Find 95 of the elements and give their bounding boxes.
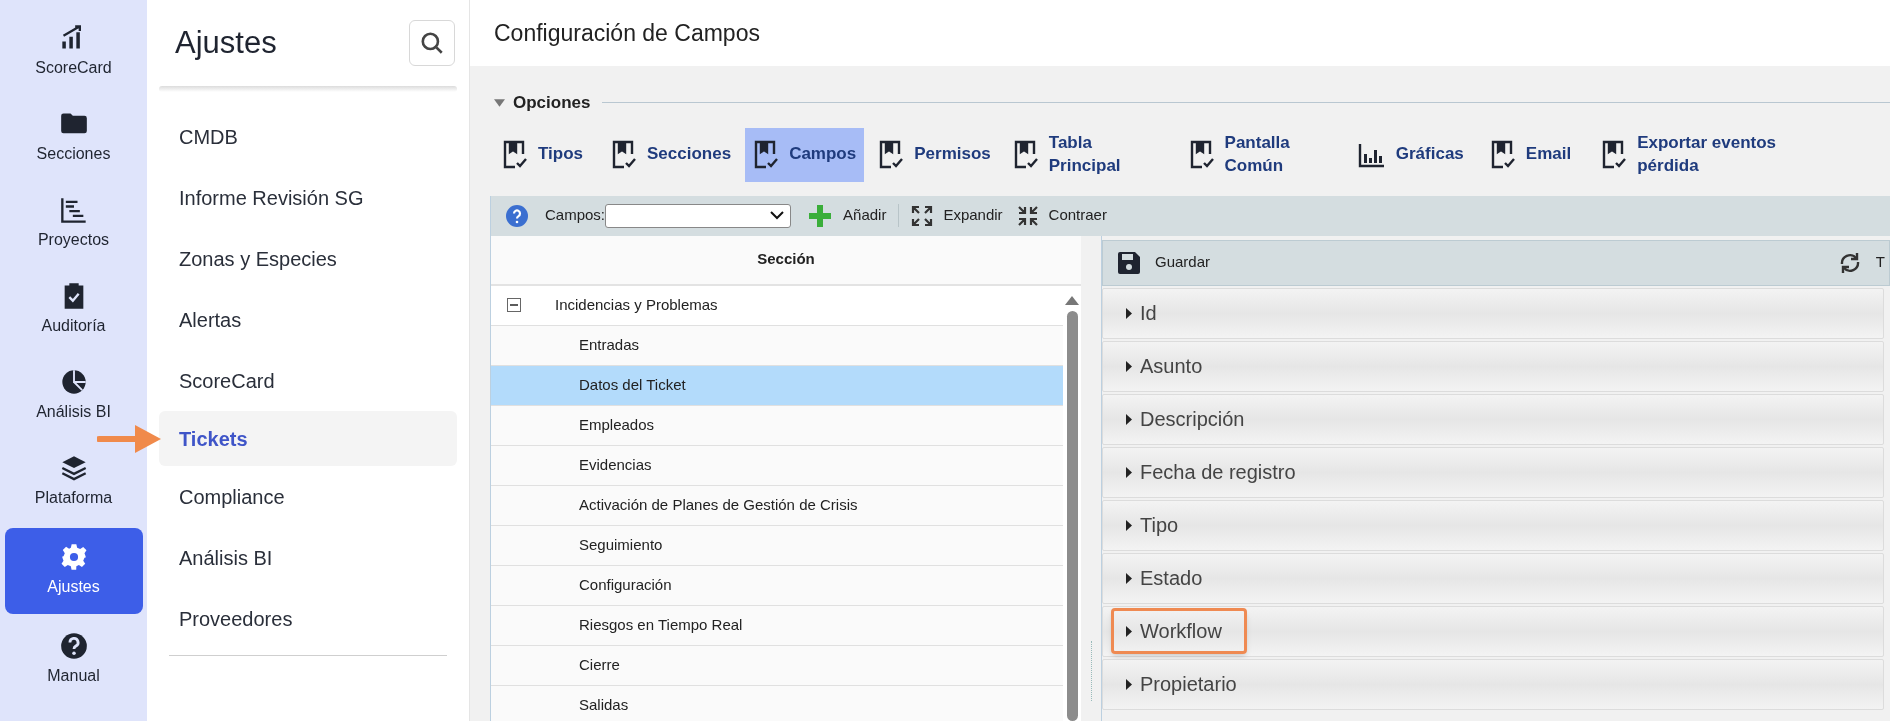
option-button[interactable]: Secciones [603,127,740,182]
tree-row[interactable]: Entradas [491,325,1063,366]
caret-right-icon [1126,413,1132,425]
settings-item[interactable]: Tickets [159,411,457,466]
caret-right-icon [1126,307,1132,319]
bookmark-check-icon [502,139,528,170]
search-icon [419,30,445,56]
field-label: Workflow [1111,608,1247,654]
caret-right-icon [1126,466,1132,478]
nav-item[interactable]: Ajustes [4,528,143,614]
caret-right-icon [1126,519,1132,531]
option-button[interactable]: Permisos [870,127,999,182]
field-row[interactable]: Workflow [1102,605,1884,657]
tree-row[interactable]: Evidencias [491,445,1063,486]
field-label: Estado [1111,555,1228,601]
nav-item[interactable]: Proyectos [4,184,143,264]
pie-chart-icon [59,368,88,396]
field-row[interactable]: Id [1102,287,1884,339]
option-button[interactable]: Exportar eventos pérdida [1593,127,1785,182]
option-button[interactable]: Pantalla Común [1180,127,1298,182]
caret-right-icon [1126,572,1132,584]
option-button[interactable]: Campos [745,127,865,182]
option-button[interactable]: Tabla Principal [1004,127,1129,182]
tree-row[interactable]: Cierre [491,645,1063,686]
tree-row[interactable]: Salidas [491,685,1063,721]
field-label: Tipo [1111,502,1204,548]
column-header: Sección [757,249,815,270]
bookmark-check-icon [611,139,638,170]
chevron-down-icon [770,211,785,220]
bookmark-check-icon [753,139,780,170]
add-button[interactable]: Añadir [809,204,900,227]
bar-chart-icon [1357,141,1386,168]
minus-box-icon[interactable] [507,298,521,312]
expand-button[interactable]: Expandir [911,204,1003,227]
plus-icon [809,204,832,227]
caret-right-icon [1126,625,1132,637]
save-button[interactable]: Guardar [1117,250,1211,275]
caret-right-icon [1126,360,1132,372]
option-button[interactable]: Gráficas [1349,127,1472,182]
gantt-icon [59,196,88,224]
sidebar-title: Ajustes [175,23,277,62]
tree-row[interactable]: Empleados [491,405,1063,446]
help-icon [59,632,88,660]
toolbar-label: T [1875,252,1885,273]
search-button[interactable] [409,20,455,66]
field-label: Descripción [1111,396,1270,442]
option-button[interactable]: Tipos [494,127,592,182]
field-row[interactable]: Estado [1102,552,1884,604]
nav-item[interactable]: ScoreCard [4,12,143,92]
tree-row[interactable]: Datos del Ticket [491,365,1063,406]
help-icon[interactable] [505,203,529,228]
settings-item[interactable]: Análisis BI [159,527,457,588]
layers-icon [59,454,88,482]
settings-item[interactable]: Alertas [159,289,457,350]
field-label: Asunto [1111,343,1228,389]
tree-row[interactable]: Activación de Planes de Gestión de Crisis [491,485,1063,526]
field-row[interactable]: Asunto [1102,340,1884,392]
field-label: Fecha de registro [1111,449,1321,495]
field-row[interactable]: Propietario [1102,658,1884,710]
option-button[interactable]: Email [1481,127,1580,182]
tree-row[interactable]: Configuración [491,565,1063,606]
field-label: Campos: [545,205,606,226]
expand-icon [911,204,934,227]
field-label: Propietario [1111,661,1262,707]
scroll-up-icon[interactable] [1065,295,1079,305]
bookmark-check-icon [1489,139,1516,170]
settings-item[interactable]: Proveedores [159,588,457,649]
settings-icon [59,543,88,571]
bookmark-check-icon [878,139,905,170]
settings-item[interactable]: CMDB [159,106,457,167]
collapse-triangle-icon[interactable] [494,98,505,107]
bookmark-check-icon [1012,139,1039,170]
nav-item[interactable]: Plataforma [4,442,143,522]
settings-item[interactable]: Informe Revisión SG [159,167,457,228]
collapse-button[interactable]: Contraer [1016,204,1107,227]
bookmark-check-icon [1188,139,1215,170]
page-title: Configuración de Campos [494,18,760,48]
settings-item[interactable]: Compliance [159,466,457,527]
field-row[interactable]: Tipo [1102,499,1884,551]
nav-item[interactable]: Secciones [4,98,143,178]
tree-item[interactable]: Incidencias y Problemas [555,293,718,317]
campos-dropdown[interactable] [605,203,792,228]
section-title: Opciones [513,92,591,114]
field-label: Id [1111,290,1182,336]
settings-item[interactable]: ScoreCard [159,350,457,411]
caret-right-icon [1126,678,1132,690]
collapse-icon [1016,204,1039,227]
nav-item[interactable]: Auditoría [4,270,143,350]
field-row[interactable]: Descripción [1102,393,1884,445]
bookmark-check-icon [1601,139,1628,170]
settings-item[interactable]: Zonas y Especies [159,228,457,289]
tree-row[interactable]: Seguimiento [491,525,1063,566]
nav-item[interactable]: Manual [4,620,143,700]
field-row[interactable]: Fecha de registro [1102,446,1884,498]
tree-row[interactable]: Riesgos en Tiempo Real [491,605,1063,646]
